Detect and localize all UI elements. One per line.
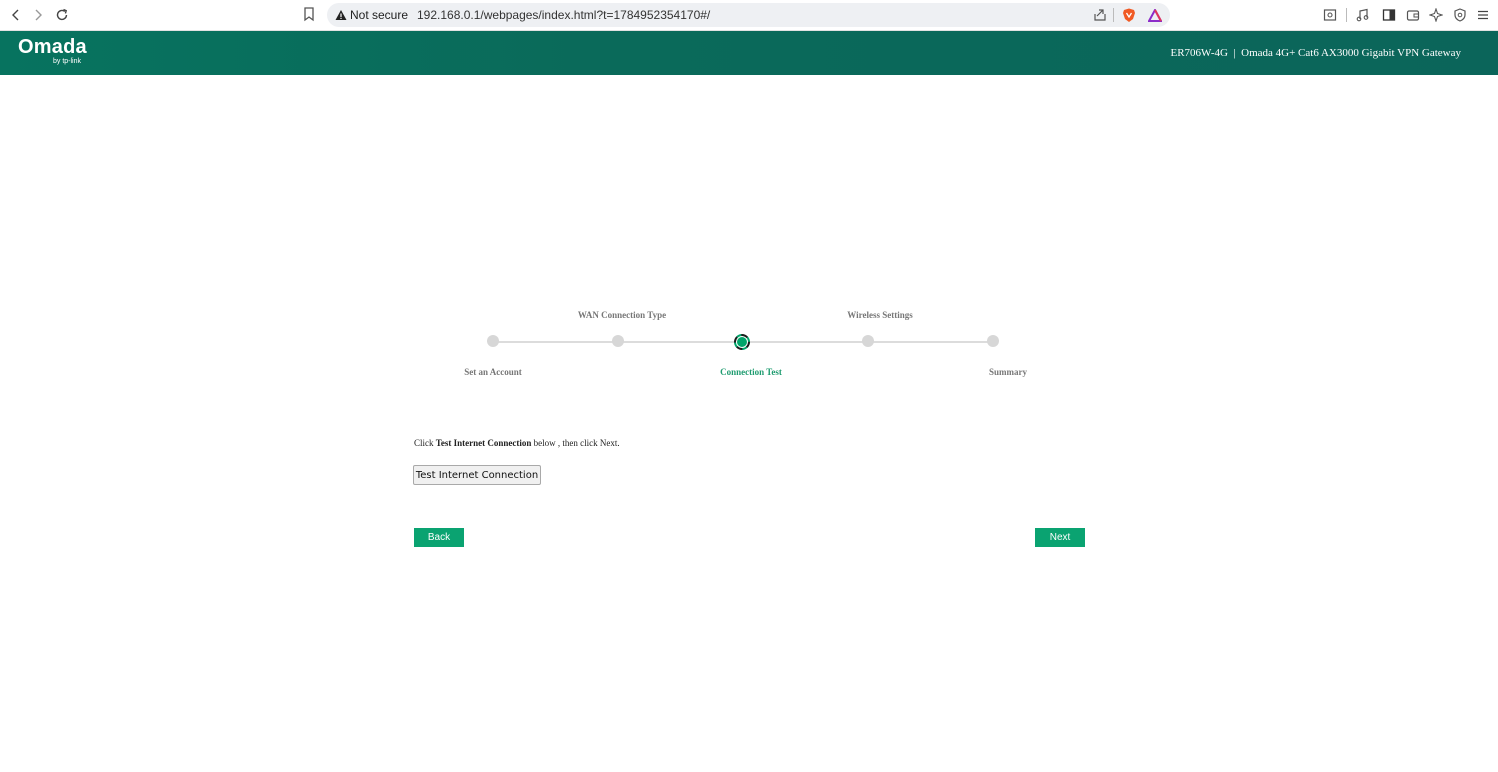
instruction-prefix: Click — [414, 438, 436, 448]
instruction-bold: Test Internet Connection — [435, 438, 532, 448]
next-button[interactable]: Next — [1035, 528, 1085, 547]
wizard-stepper: Set an Account WAN Connection Type Conne… — [0, 0, 1498, 400]
step-dot-connection-test — [734, 334, 750, 350]
back-button[interactable]: Back — [414, 528, 464, 547]
instruction-suffix: below , then click Next. — [531, 438, 620, 448]
step-dot-wireless-settings — [862, 335, 874, 347]
instruction-text: Click Test Internet Connection below , t… — [414, 438, 620, 448]
step-label-wan-connection-type: WAN Connection Type — [577, 310, 667, 320]
step-label-wireless-settings: Wireless Settings — [847, 310, 913, 320]
step-label-connection-test: Connection Test — [720, 367, 782, 377]
step-label-summary: Summary — [989, 367, 1027, 377]
step-label-set-account: Set an Account — [464, 367, 522, 377]
step-dot-set-account — [487, 335, 499, 347]
step-dot-wan-connection-type — [612, 335, 624, 347]
step-dot-summary — [987, 335, 999, 347]
test-internet-connection-button[interactable]: Test Internet Connection — [413, 465, 541, 485]
